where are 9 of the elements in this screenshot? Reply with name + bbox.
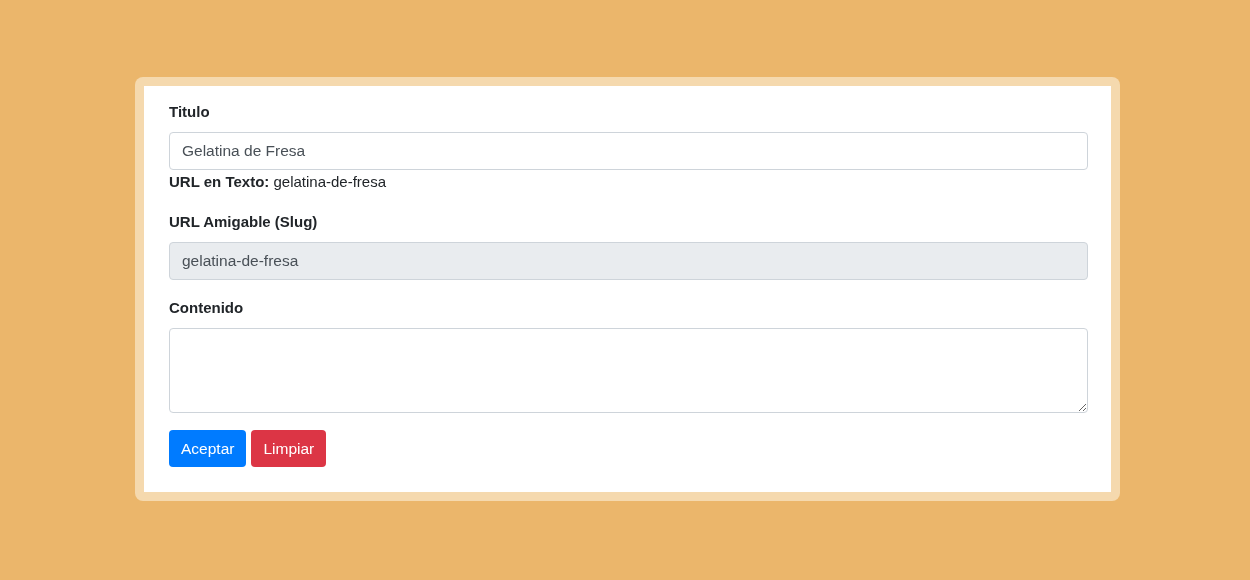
text-field[interactable]: Gelatina de Fresa <box>169 132 1088 170</box>
field-label: Titulo <box>169 102 211 122</box>
action-button[interactable]: Limpiar <box>251 430 327 467</box>
field-label: URL Amigable (Slug) <box>169 212 319 232</box>
text-area[interactable] <box>169 328 1088 413</box>
action-button[interactable]: Aceptar <box>169 430 247 467</box>
url-text: URL en Texto: gelatina-de-fresa <box>169 172 388 192</box>
field-label: Contenido <box>169 298 245 318</box>
text-field[interactable]: gelatina-de-fresa <box>169 242 1088 280</box>
